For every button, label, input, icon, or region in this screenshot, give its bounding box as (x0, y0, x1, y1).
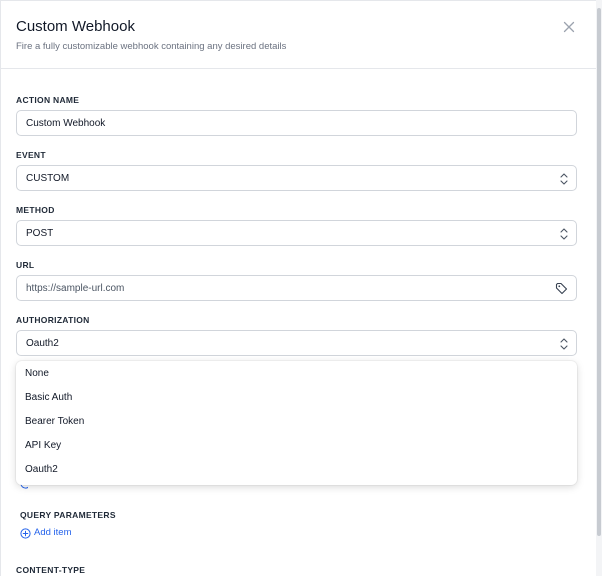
action-name-value: Custom Webhook (26, 118, 106, 129)
close-button[interactable] (561, 19, 577, 35)
authorization-select[interactable]: Oauth2 (16, 330, 577, 356)
content-type-label: CONTENT-TYPE (16, 565, 86, 575)
select-arrows-icon (560, 338, 568, 350)
dropdown-option-api-key[interactable]: API Key (16, 433, 577, 457)
authorization-label: AUTHORIZATION (16, 315, 90, 325)
webhook-panel: Custom Webhook Fire a fully customizable… (0, 0, 597, 576)
close-icon (563, 21, 575, 33)
method-select[interactable]: POST (16, 220, 577, 246)
event-select[interactable]: CUSTOM (16, 165, 577, 191)
authorization-dropdown-menu: None Basic Auth Bearer Token API Key Oau… (16, 361, 577, 485)
action-name-input[interactable]: Custom Webhook (16, 110, 577, 136)
dropdown-option-basic-auth[interactable]: Basic Auth (16, 385, 577, 409)
action-name-label: ACTION NAME (16, 95, 80, 105)
panel-header: Custom Webhook Fire a fully customizable… (1, 1, 597, 69)
event-value: CUSTOM (26, 173, 70, 184)
url-input[interactable]: https://sample-url.com (16, 275, 577, 301)
url-label: URL (16, 260, 35, 270)
dropdown-option-bearer-token[interactable]: Bearer Token (16, 409, 577, 433)
scrollbar-thumb[interactable] (597, 8, 601, 536)
query-parameters-label: QUERY PARAMETERS (20, 510, 116, 520)
method-label: METHOD (16, 205, 55, 215)
tag-icon[interactable] (555, 282, 568, 295)
url-value: https://sample-url.com (26, 283, 125, 294)
panel-title: Custom Webhook (16, 18, 135, 35)
dropdown-option-none[interactable]: None (16, 361, 577, 385)
event-label: EVENT (16, 150, 46, 160)
authorization-value: Oauth2 (26, 338, 59, 349)
dropdown-option-oauth2[interactable]: Oauth2 (16, 457, 577, 481)
add-item-label: Add item (34, 527, 72, 538)
select-arrows-icon (560, 173, 568, 185)
method-value: POST (26, 228, 54, 239)
plus-circle-icon (20, 528, 31, 539)
panel-subtitle: Fire a fully customizable webhook contai… (16, 41, 287, 52)
select-arrows-icon (560, 228, 568, 240)
scrollbar[interactable] (596, 0, 602, 576)
